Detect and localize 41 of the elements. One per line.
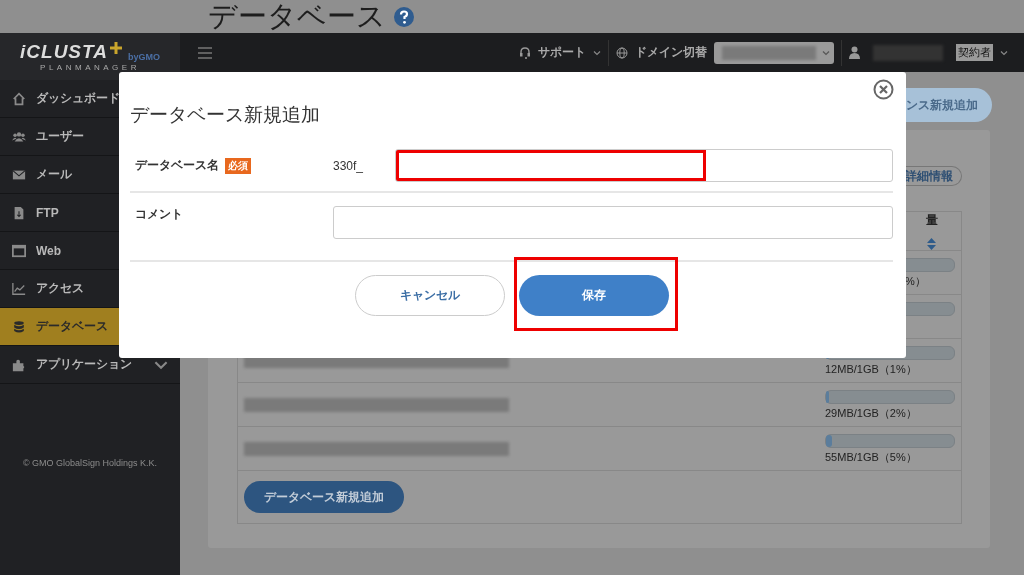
logo-subtitle: PLANMANAGER [40,62,140,72]
users-icon [12,129,26,144]
cancel-button[interactable]: キャンセル [354,275,505,316]
close-icon[interactable] [873,79,894,100]
copyright-text: © GMO GlobalSign Holdings K.K. [21,458,159,468]
chevron-down-icon [593,48,601,57]
puzzle-icon [12,357,26,372]
menu-icon[interactable] [198,46,212,59]
help-icon[interactable] [394,6,414,27]
plus-icon [109,41,122,54]
chart-icon [12,281,26,296]
save-button[interactable]: 保存 [518,275,669,316]
role-badge: 契約者 [956,44,993,61]
usage-text: 55MB/1GB（5%） [825,450,918,464]
field-label: コメント [135,206,183,223]
database-icon [12,319,26,334]
user-icon [849,46,860,59]
add-database-button[interactable]: データベース新規追加 [244,481,404,513]
headset-icon [519,46,531,59]
column-header[interactable]: 量 [925,212,938,229]
window-icon [12,243,26,258]
input-field[interactable] [395,149,893,182]
logo-text: iCLUSTA [20,41,108,62]
chevron-down-icon[interactable] [1000,48,1008,57]
domain-select[interactable] [714,41,834,64]
envelope-icon [12,167,26,182]
logo-byline: byGMO [127,51,160,62]
blurred-name-block [873,44,943,61]
usage-text: 12MB/1GB（1%） [825,362,918,376]
usage-text: 29MB/1GB（2%） [825,406,918,420]
page-title: データベース [208,0,386,33]
name-prefix: 330f_ [333,158,365,173]
domain-switch-label: ドメイン切替 [635,44,707,61]
sort-icon[interactable] [927,238,936,250]
chevron-down-icon [822,48,830,57]
house-icon [12,91,26,106]
required-badge: 必須 [225,157,251,174]
file-icon [12,205,26,220]
support-menu[interactable]: サポート [538,44,586,61]
input-field[interactable] [333,206,893,239]
globe-icon [616,46,628,59]
